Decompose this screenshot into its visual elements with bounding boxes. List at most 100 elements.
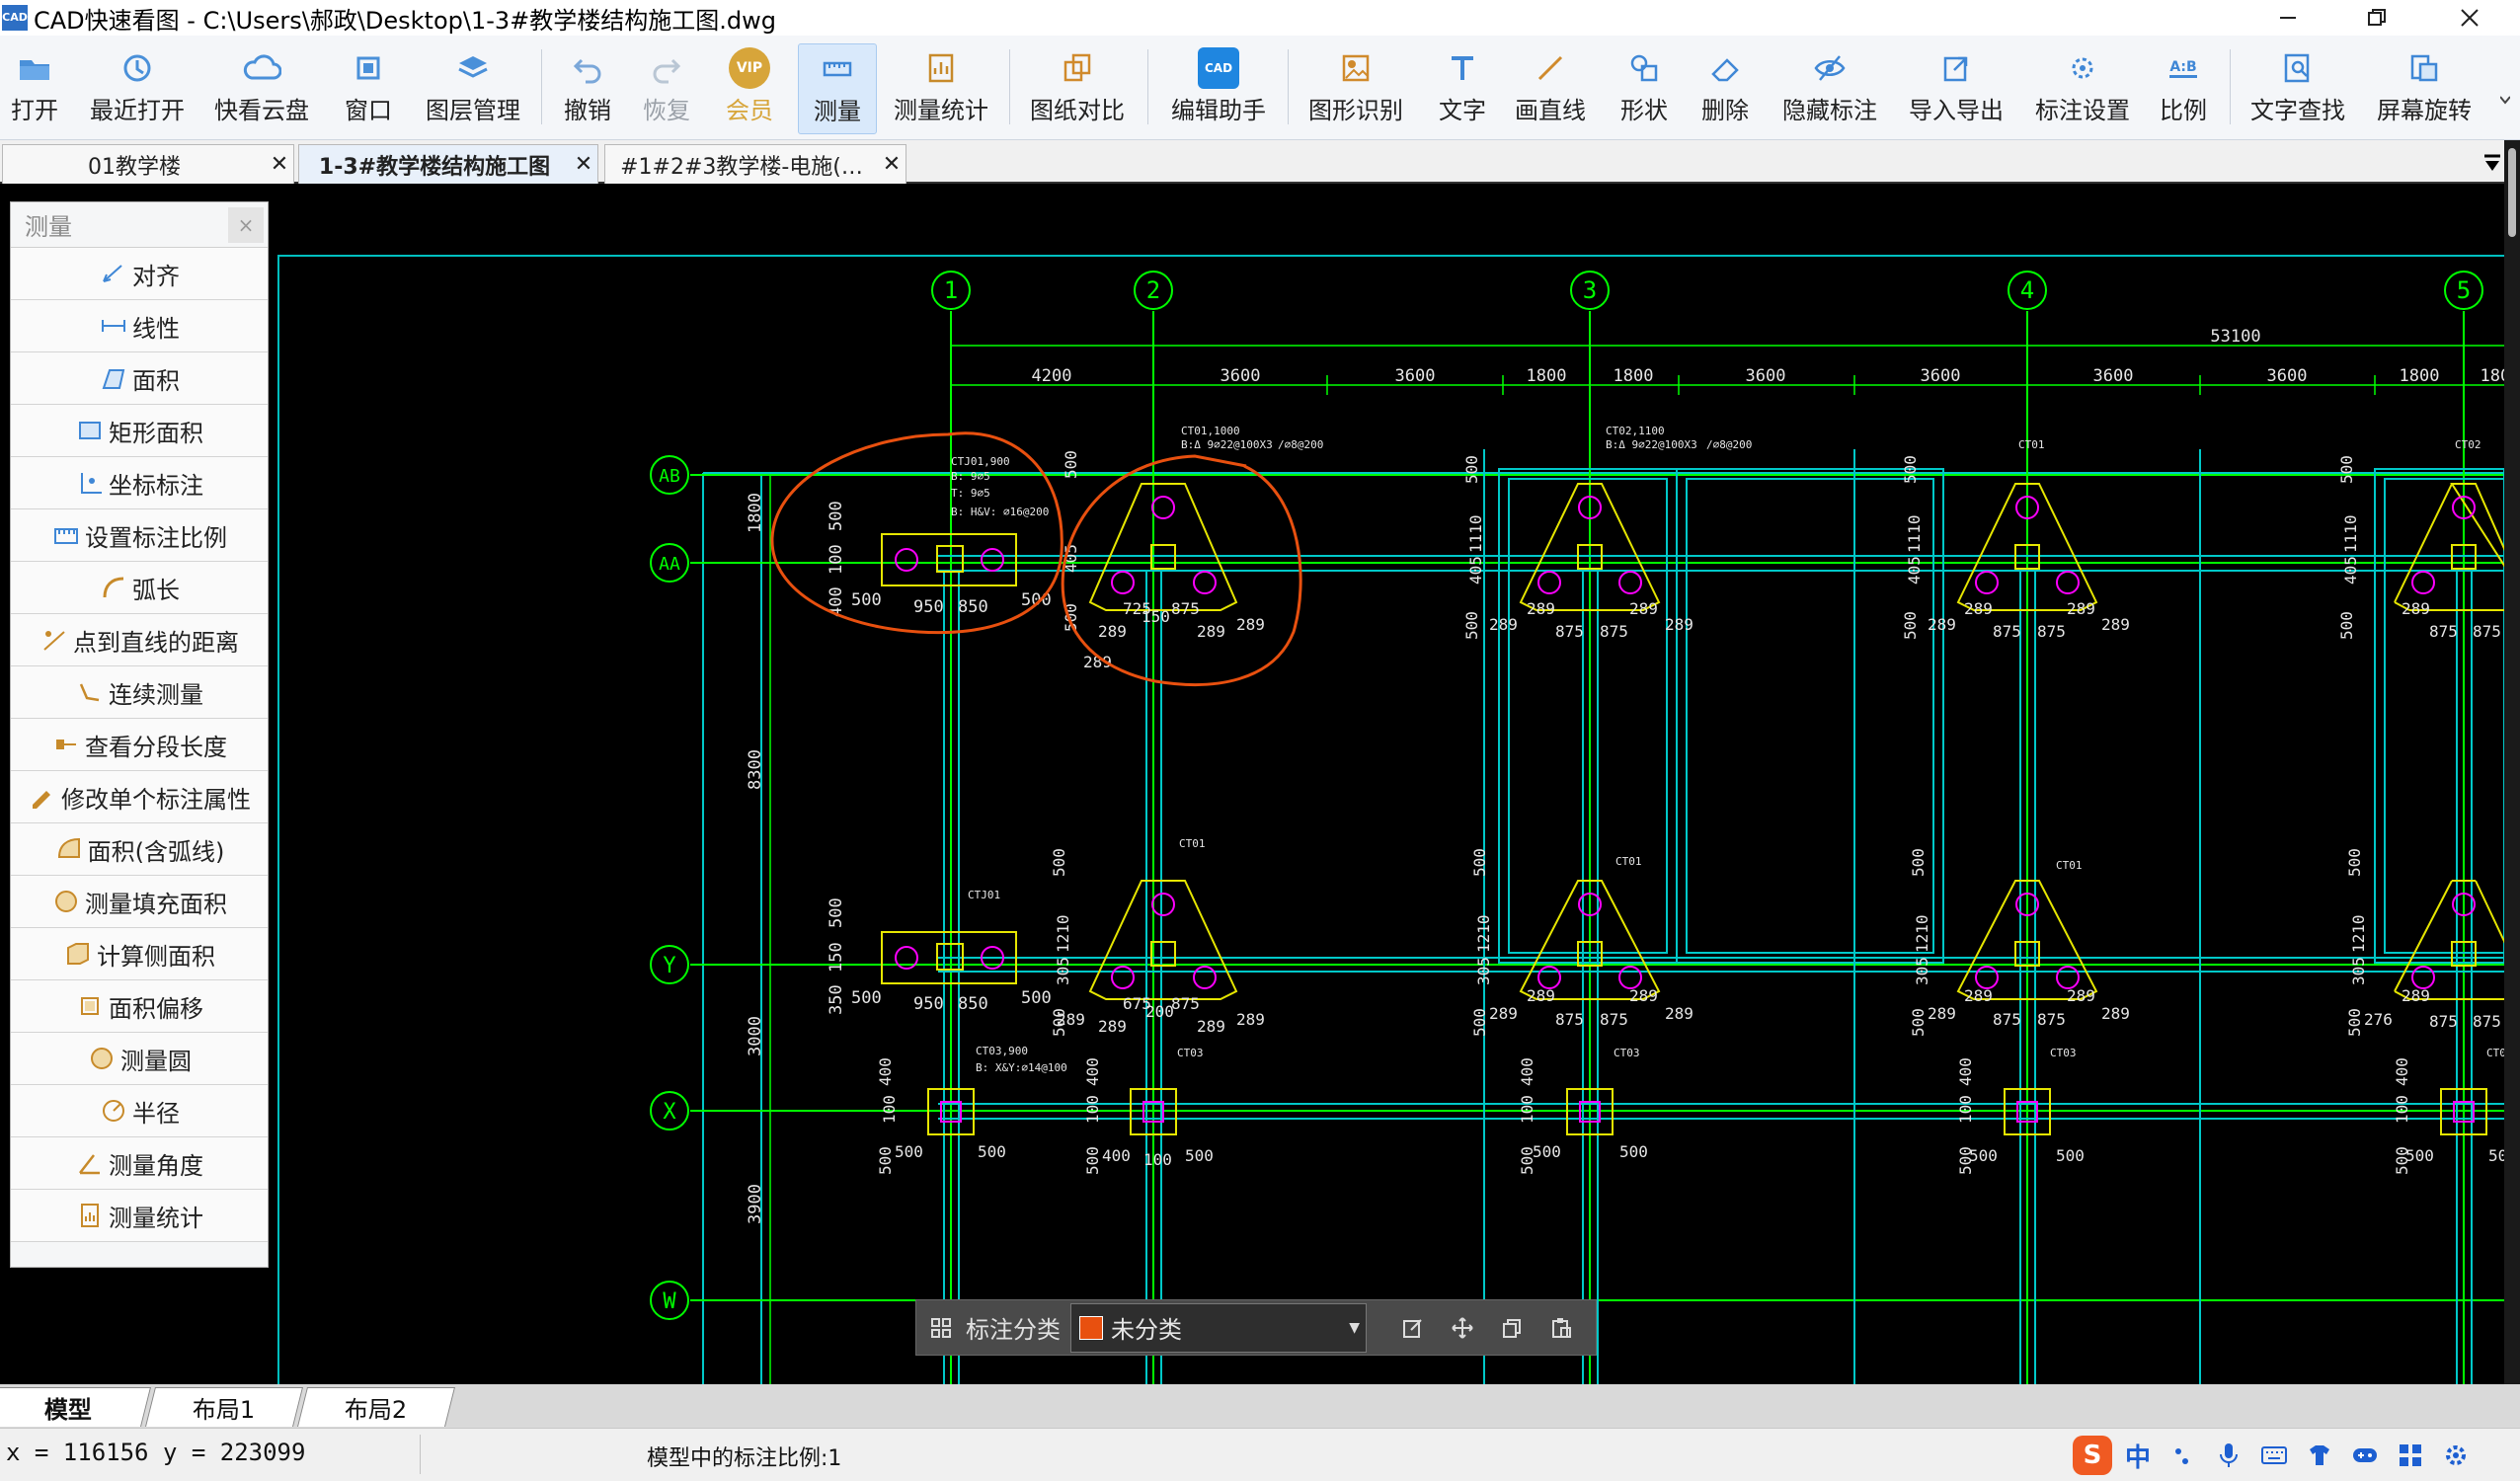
tab-doc-3[interactable]: #1#2#3教学楼-电施(… ✕	[604, 144, 906, 184]
tab-model[interactable]: 模型	[0, 1387, 151, 1427]
svg-text:405: 405	[1466, 556, 1485, 585]
svg-text:289: 289	[1489, 615, 1518, 634]
measure-tool-item[interactable]: 设置标注比例	[11, 509, 268, 562]
measure-tool-item[interactable]: 半径	[11, 1085, 268, 1137]
sogou-ime-icon[interactable]: S	[2070, 1433, 2115, 1478]
move-icon[interactable]	[1438, 1299, 1487, 1356]
keyboard-icon[interactable]	[2251, 1433, 2297, 1478]
game-icon[interactable]	[2342, 1433, 2388, 1478]
paste-icon[interactable]	[1536, 1299, 1586, 1356]
measure-stats-button[interactable]: 测量统计	[887, 43, 995, 134]
tab-doc-1[interactable]: 01教学楼 ✕	[2, 144, 294, 184]
grid-menu-icon[interactable]	[916, 1299, 966, 1356]
import-export-button[interactable]: 导入导出	[1902, 43, 2010, 134]
window-button[interactable]: 窗口	[334, 43, 403, 134]
drawing-canvas[interactable]: 1 2 3 4 5 AB AA Y X W 53100 4200 3600 36…	[0, 184, 2504, 1384]
svg-text:289: 289	[1098, 1017, 1127, 1036]
pile-cap-ct01-col2-top: CT01,1000 B:Δ 9⌀22@100X3 /⌀8@200 725 875…	[1062, 425, 1323, 671]
scrollbar-thumb[interactable]	[2508, 148, 2516, 237]
redo-button[interactable]: 恢复	[632, 43, 701, 134]
svg-text:875: 875	[1600, 622, 1628, 641]
compare-button[interactable]: 图纸对比	[1023, 43, 1132, 134]
panel-close-button[interactable]: ×	[228, 206, 264, 243]
skin-icon[interactable]	[2297, 1433, 2342, 1478]
radius-icon	[99, 1096, 128, 1126]
measure-tool-item[interactable]: 坐标标注	[11, 457, 268, 509]
microphone-icon[interactable]	[2206, 1433, 2251, 1478]
minimize-button[interactable]	[2253, 0, 2323, 36]
annotation-category-label: 标注分类	[966, 1316, 1061, 1344]
measure-tool-item[interactable]: 面积偏移	[11, 980, 268, 1033]
shape-icon	[1623, 47, 1665, 89]
svg-text:500: 500	[1083, 1146, 1102, 1175]
vip-button[interactable]: VIP 会员	[713, 43, 786, 134]
shape-recog-button[interactable]: 图形识别	[1301, 43, 1410, 134]
undo-button[interactable]: 撤销	[553, 43, 622, 134]
toolbar-more-icon[interactable]	[2499, 91, 2511, 111]
svg-text:CT01: CT01	[1615, 855, 1642, 868]
svg-text:500: 500	[2345, 848, 2364, 877]
svg-text:CT03: CT03	[2486, 1047, 2504, 1059]
open-button[interactable]: 打开	[2, 43, 67, 134]
anno-settings-button[interactable]: 标注设置	[2028, 43, 2137, 134]
tab-layout-1[interactable]: 布局1	[145, 1387, 303, 1427]
close-tab-icon[interactable]: ✕	[570, 152, 597, 177]
chinese-mode-icon[interactable]: 中	[2115, 1433, 2161, 1478]
svg-text:289: 289	[1197, 622, 1225, 641]
measure-tool-item[interactable]: 面积(含弧线)	[11, 823, 268, 876]
delete-button[interactable]: 删除	[1691, 43, 1760, 134]
text-search-button[interactable]: 文字查找	[2244, 43, 2352, 134]
measure-tool-item[interactable]: 对齐	[11, 248, 268, 300]
tab-list-icon[interactable]	[2482, 152, 2502, 178]
close-tab-icon[interactable]: ✕	[878, 152, 906, 177]
maximize-button[interactable]	[2342, 0, 2411, 36]
measure-tool-item[interactable]: 计算侧面积	[11, 928, 268, 980]
cad-edit-icon: CAD	[1198, 47, 1239, 89]
measure-tool-item[interactable]: 测量角度	[11, 1137, 268, 1190]
close-window-button[interactable]	[2435, 0, 2504, 36]
svg-text:500: 500	[1909, 848, 1928, 877]
annotation-category-select[interactable]: 未分类 ▼	[1070, 1302, 1367, 1353]
punctuation-icon[interactable]	[2161, 1433, 2206, 1478]
close-tab-icon[interactable]: ✕	[266, 152, 293, 177]
edit-annotation-icon[interactable]	[1388, 1299, 1438, 1356]
svg-text:875: 875	[1993, 1010, 2021, 1029]
recent-button[interactable]: 最近打开	[83, 43, 192, 134]
vertical-scrollbar[interactable]	[2504, 140, 2520, 1384]
tab-doc-2[interactable]: 1-3#教学楼结构施工图 ✕	[298, 144, 598, 184]
toolbox-icon[interactable]	[2388, 1433, 2433, 1478]
measure-tool-item[interactable]: 弧长	[11, 562, 268, 614]
hide-anno-button[interactable]: 隐藏标注	[1775, 43, 1884, 134]
text-button[interactable]: 文字	[1428, 43, 1497, 134]
measure-tool-item[interactable]: 点到直线的距离	[11, 614, 268, 666]
tab-layout-2[interactable]: 布局2	[297, 1387, 455, 1427]
measure-tool-item[interactable]: 连续测量	[11, 666, 268, 719]
edit-assist-button[interactable]: CAD 编辑助手	[1161, 43, 1276, 134]
svg-text:500: 500	[1956, 1146, 1975, 1175]
cloud-button[interactable]: 快看云盘	[207, 43, 316, 134]
svg-text:289: 289	[2067, 599, 2095, 618]
layers-button[interactable]: 图层管理	[419, 43, 527, 134]
measure-tool-item[interactable]: 查看分段长度	[11, 719, 268, 771]
svg-text:289: 289	[1928, 1004, 1956, 1023]
measure-tool-item[interactable]: 测量统计	[11, 1190, 268, 1242]
measure-tool-item[interactable]: 面积	[11, 352, 268, 405]
measure-tool-item[interactable]: 测量圆	[11, 1033, 268, 1085]
shape-button[interactable]: 形状	[1610, 43, 1679, 134]
measure-button[interactable]: 测量	[798, 43, 877, 134]
rotate-button[interactable]: 屏幕旋转	[2370, 43, 2479, 134]
svg-text:T: 9⌀5: T: 9⌀5	[951, 487, 990, 500]
svg-text:1110: 1110	[1466, 514, 1485, 553]
measure-tool-label: 测量统计	[109, 1204, 203, 1232]
measure-tool-item[interactable]: 测量填充面积	[11, 876, 268, 928]
measure-tool-item[interactable]: 线性	[11, 300, 268, 352]
top-dimension-labels: 53100 4200 3600 3600 1800 1800 3600 3600…	[1032, 327, 2504, 386]
ime-settings-icon[interactable]	[2433, 1433, 2479, 1478]
line-button[interactable]: 画直线	[1503, 43, 1598, 134]
ratio-button[interactable]: A:B 比例	[2149, 43, 2218, 134]
measure-tool-item[interactable]: 修改单个标注属性	[11, 771, 268, 823]
svg-text:1210: 1210	[1054, 914, 1072, 953]
measure-tool-item[interactable]: 矩形面积	[11, 405, 268, 457]
svg-text:1800: 1800	[746, 493, 765, 533]
copy-icon[interactable]	[1487, 1299, 1536, 1356]
